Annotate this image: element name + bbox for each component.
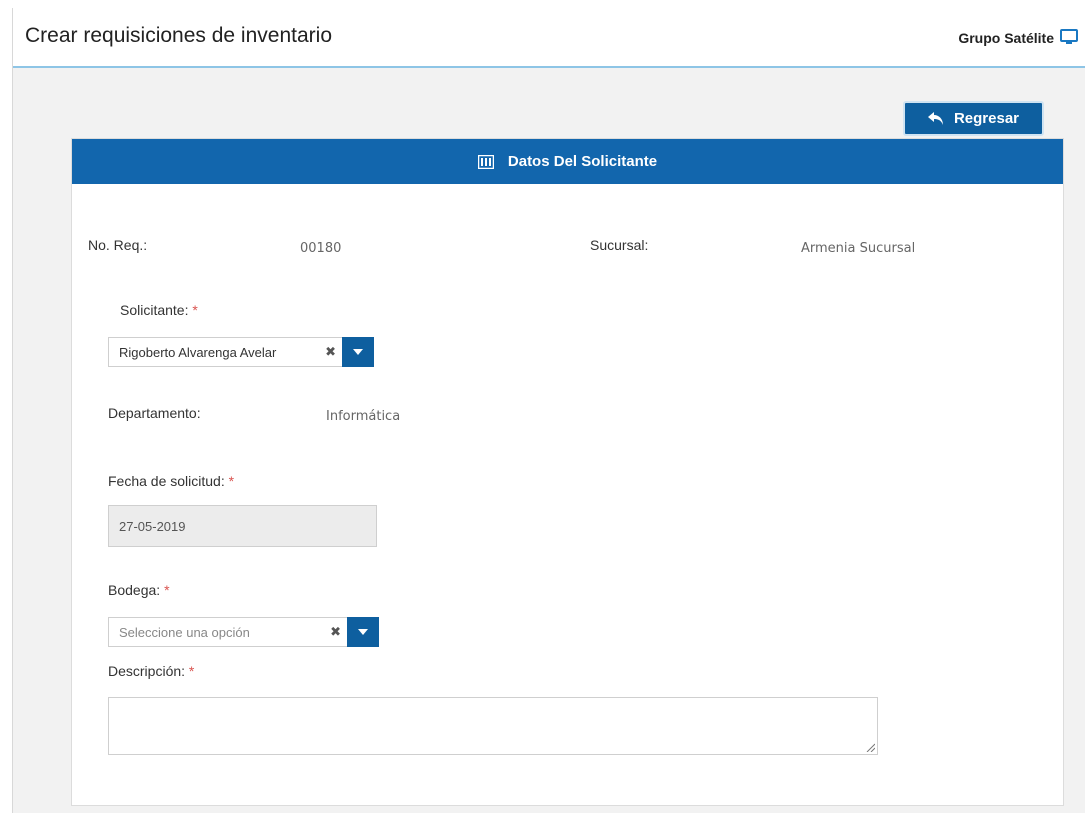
- chevron-down-icon[interactable]: [347, 617, 379, 647]
- clear-icon[interactable]: ✖: [330, 624, 341, 640]
- date-label: Fecha de solicitud: *: [108, 473, 235, 489]
- date-field[interactable]: 27-05-2019: [108, 505, 377, 547]
- warehouse-placeholder: Seleccione una opción: [119, 624, 250, 640]
- chevron-down-icon[interactable]: [342, 337, 374, 367]
- requester-label: Solicitante: *: [120, 302, 198, 318]
- description-label: Descripción: *: [108, 663, 195, 679]
- monitor-icon[interactable]: [1060, 28, 1078, 46]
- warehouse-label: Bodega: *: [108, 582, 170, 598]
- description-textarea[interactable]: [108, 697, 878, 755]
- clear-icon[interactable]: ✖: [325, 344, 336, 360]
- requester-panel: Datos Del Solicitante No. Req.: 00180 Su…: [71, 138, 1064, 806]
- date-value: 27-05-2019: [119, 518, 186, 534]
- resize-handle-icon[interactable]: [865, 742, 875, 752]
- department-value: Informática: [326, 409, 401, 424]
- branch-label: Sucursal:: [590, 237, 649, 253]
- form-icon: [477, 154, 494, 169]
- app-window: Crear requisiciones de inventario Grupo …: [12, 8, 1085, 813]
- requester-value: Rigoberto Alvarenga Avelar: [119, 344, 277, 360]
- req-number-value: 00180: [300, 241, 342, 256]
- reply-arrow-icon: [927, 111, 943, 125]
- top-bar: Crear requisiciones de inventario Grupo …: [13, 8, 1085, 68]
- back-button-label: Regresar: [953, 110, 1020, 127]
- branch-value: Armenia Sucursal: [801, 241, 916, 256]
- requester-select[interactable]: Rigoberto Alvarenga Avelar ✖: [108, 337, 374, 367]
- panel-title: Datos Del Solicitante: [507, 153, 658, 170]
- warehouse-select[interactable]: Seleccione una opción ✖: [108, 617, 379, 647]
- panel-header: Datos Del Solicitante: [72, 139, 1063, 184]
- back-button[interactable]: Regresar: [903, 101, 1044, 136]
- req-number-label: No. Req.:: [88, 237, 148, 253]
- company-name: Grupo Satélite: [958, 30, 1054, 46]
- department-label: Departamento:: [108, 405, 201, 421]
- page-title: Crear requisiciones de inventario: [25, 24, 332, 47]
